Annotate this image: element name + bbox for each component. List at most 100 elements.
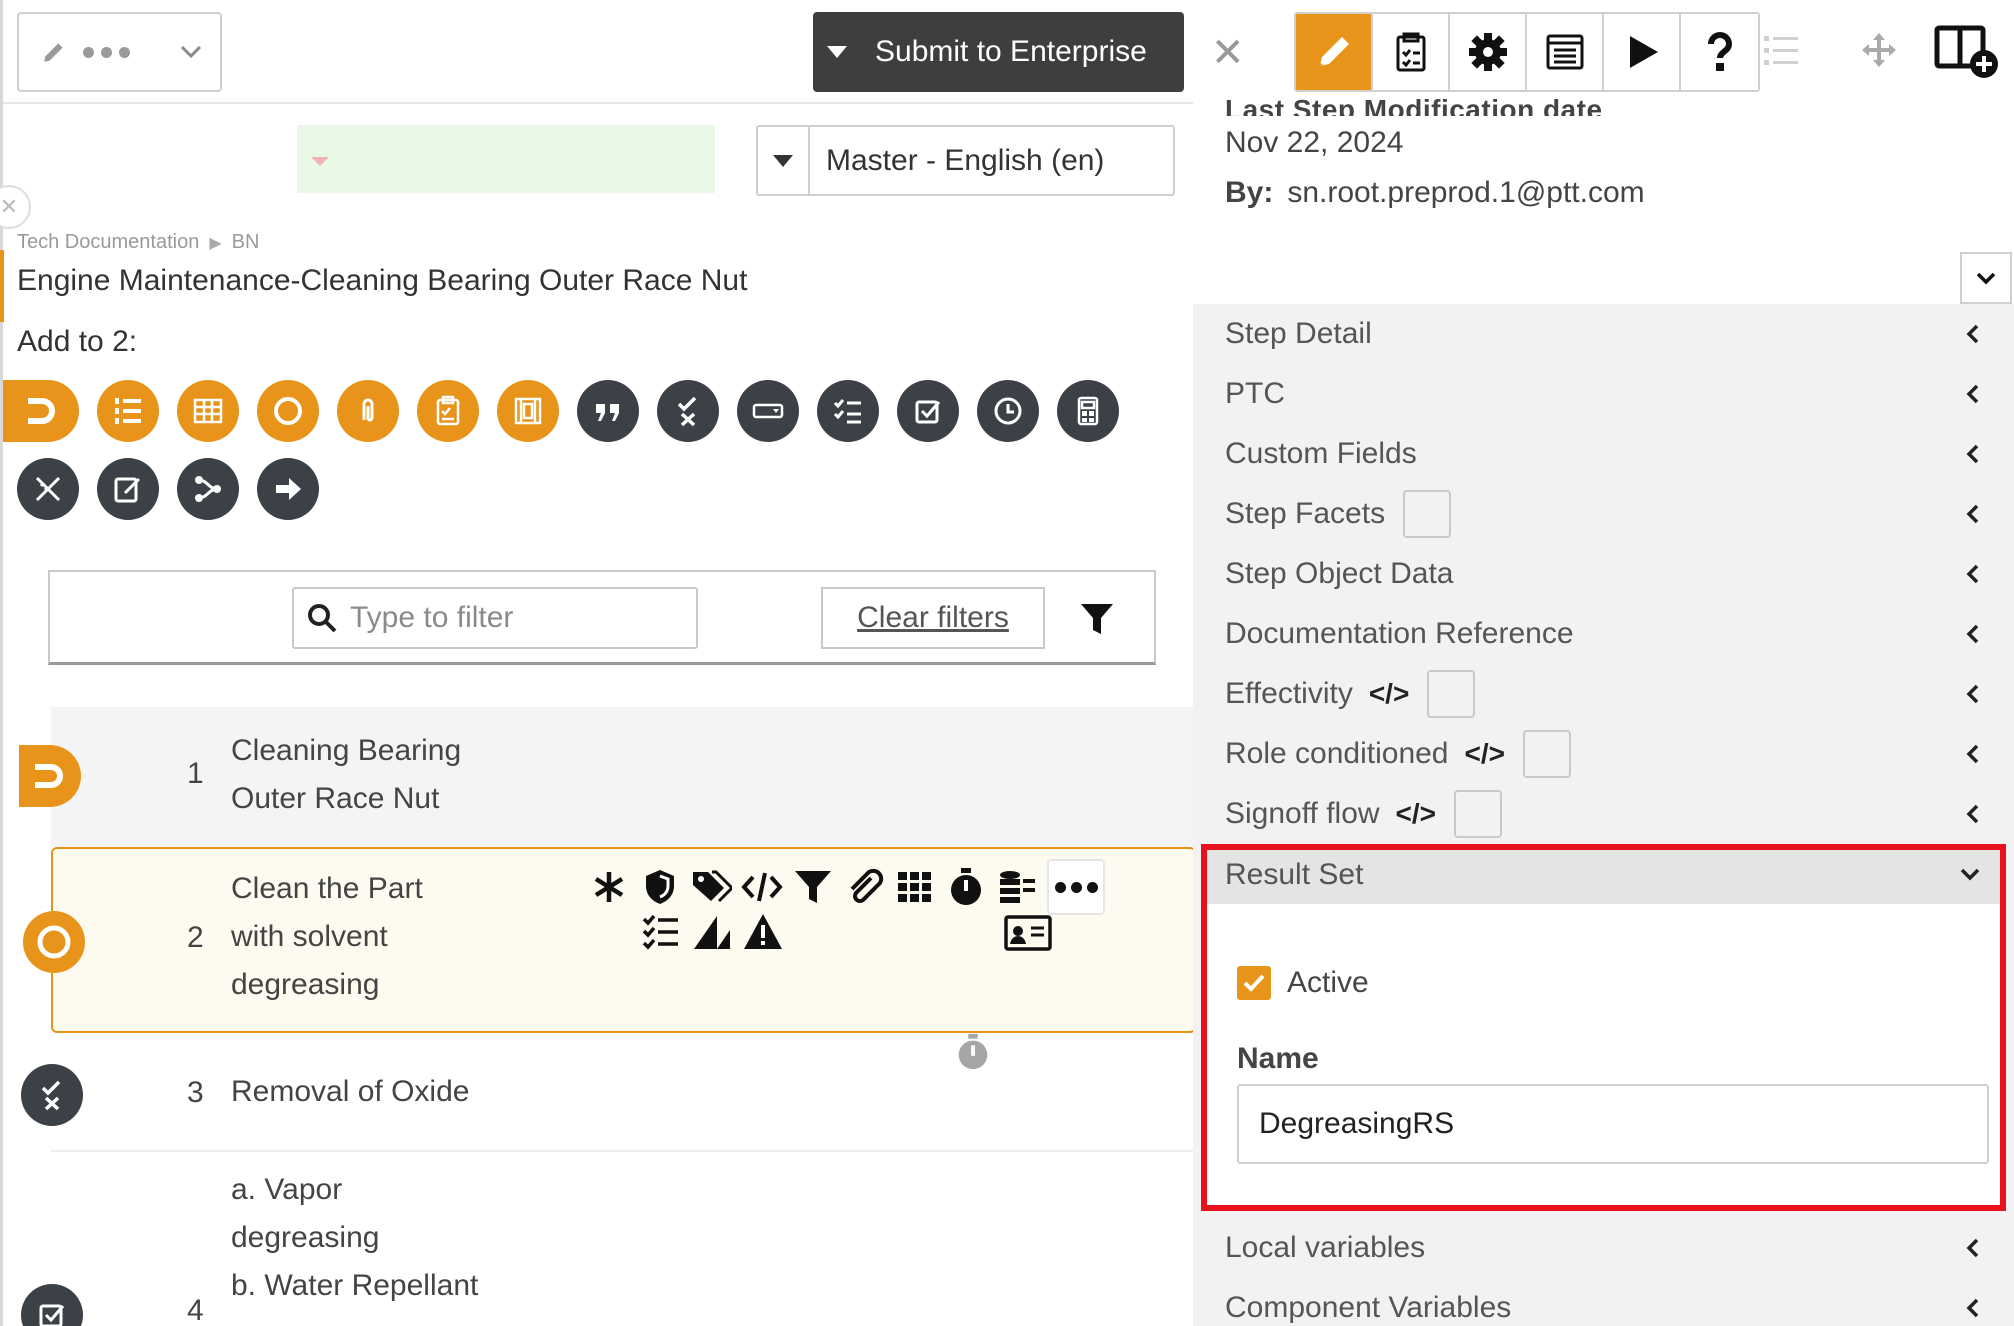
chevron-left-icon — [1966, 744, 1979, 764]
shield-icon[interactable] — [639, 866, 681, 908]
add-toolbar-row-2 — [17, 458, 319, 520]
circle-step-icon[interactable] — [257, 380, 319, 442]
checklist-tab-button[interactable] — [1373, 14, 1450, 90]
tags-icon[interactable] — [690, 866, 732, 908]
help-tab-button[interactable] — [1681, 14, 1758, 90]
section-step-detail[interactable]: Step Detail — [1193, 304, 2014, 364]
section-step-facets[interactable]: Step Facets — [1193, 484, 2014, 544]
input-field-icon[interactable] — [737, 380, 799, 442]
play-icon — [1629, 36, 1658, 68]
checkbox-icon[interactable] — [897, 380, 959, 442]
database-list-icon[interactable] — [996, 866, 1038, 908]
modified-by-label: By: — [1225, 176, 1274, 209]
ruler-pencil-icon[interactable] — [17, 458, 79, 520]
calculator-icon[interactable] — [1057, 380, 1119, 442]
section-checkbox[interactable] — [1454, 790, 1503, 838]
step-row-selected[interactable]: 2 Clean the Part with solvent degreasing — [23, 847, 1196, 1033]
chevron-left-icon — [1966, 564, 1979, 584]
section-signoff-flow[interactable]: Signoff flow </> — [1193, 784, 2014, 844]
edit-mode-dropdown[interactable] — [17, 12, 222, 92]
step-group-icon[interactable] — [3, 380, 79, 442]
add-layout-icon[interactable] — [1934, 22, 2004, 82]
funnel-icon[interactable] — [792, 866, 834, 908]
paperclip-icon[interactable] — [843, 866, 885, 908]
step-row[interactable]: 3 Removal of Oxide — [21, 1033, 1196, 1152]
checklist-icon[interactable] — [817, 380, 879, 442]
clipboard-checklist-icon[interactable] — [417, 380, 479, 442]
breadcrumb-item-current[interactable]: BN — [232, 231, 260, 254]
collapse-button[interactable] — [1960, 252, 2012, 304]
arrow-right-icon[interactable] — [257, 458, 319, 520]
list-icon[interactable] — [1764, 34, 1800, 66]
close-icon[interactable]: ✕ — [0, 185, 31, 229]
step-title: Clean the Part with solvent degreasing — [231, 865, 423, 1009]
section-checkbox[interactable] — [1403, 490, 1452, 538]
filter-bar: Type to filter Clear filters — [48, 570, 1156, 665]
code-icon[interactable] — [741, 866, 783, 908]
section-ptc[interactable]: PTC — [1193, 364, 2014, 424]
chevron-down-icon — [180, 45, 202, 59]
close-icon[interactable]: ✕ — [1211, 30, 1245, 76]
id-card-icon[interactable] — [1004, 913, 1052, 953]
section-component-variables[interactable]: Component Variables — [1193, 1278, 2014, 1326]
section-local-variables[interactable]: Local variables — [1193, 1218, 2014, 1278]
chevron-left-icon — [1966, 1238, 1979, 1258]
film-icon[interactable] — [497, 380, 559, 442]
clock-icon[interactable] — [977, 380, 1039, 442]
edit-form-icon[interactable] — [97, 458, 159, 520]
warning-icon[interactable] — [742, 911, 784, 953]
quote-icon[interactable] — [577, 380, 639, 442]
document-tab-button[interactable] — [1527, 14, 1604, 90]
funnel-icon[interactable] — [1080, 602, 1114, 636]
submit-to-enterprise-button[interactable]: Submit to Enterprise — [813, 12, 1184, 92]
active-label: Active — [1287, 966, 1369, 999]
section-role-conditioned[interactable]: Role conditioned </> — [1193, 724, 2014, 784]
pencil-icon — [1319, 37, 1349, 66]
settings-tab-button[interactable] — [1450, 14, 1527, 90]
asterisk-icon[interactable] — [588, 866, 630, 908]
active-checkbox-row[interactable]: Active — [1237, 966, 1369, 1000]
checklist-icon[interactable] — [640, 911, 682, 953]
step-row[interactable]: 1 Cleaning Bearing Outer Race Nut — [19, 707, 1196, 847]
code-icon: </> — [1464, 738, 1505, 769]
breadcrumb-item-root[interactable]: Tech Documentation — [17, 231, 199, 254]
result-set-name-input[interactable] — [1237, 1084, 1989, 1164]
section-label: Component Variables — [1225, 1291, 1512, 1324]
modified-by: By: sn.root.preprod.1@ptt.com — [1225, 176, 1645, 210]
section-custom-fields[interactable]: Custom Fields — [1193, 424, 2014, 484]
filter-input[interactable]: Type to filter — [292, 587, 698, 649]
edit-tab-button[interactable] — [1296, 14, 1373, 90]
section-documentation-reference[interactable]: Documentation Reference — [1193, 604, 2014, 664]
table-icon[interactable] — [177, 380, 239, 442]
more-actions-button[interactable] — [1047, 859, 1105, 915]
section-effectivity[interactable]: Effectivity </> — [1193, 664, 2014, 724]
slope-icon[interactable] — [691, 911, 733, 953]
section-step-object-data[interactable]: Step Object Data — [1193, 544, 2014, 604]
chevron-down-icon — [1960, 868, 1980, 881]
clipboard-checklist-icon — [1396, 32, 1425, 72]
section-checkbox[interactable] — [1522, 730, 1571, 778]
active-checkbox[interactable] — [1237, 966, 1271, 1000]
share-icon[interactable] — [177, 458, 239, 520]
add-to-label: Add to 2: — [17, 325, 138, 358]
section-label: PTC — [1225, 377, 1285, 410]
section-result-set[interactable]: Result Set — [1205, 846, 2002, 904]
stopwatch-icon[interactable] — [945, 866, 987, 908]
section-label: Step Object Data — [1225, 557, 1454, 590]
modification-date: Nov 22, 2024 — [1225, 126, 1404, 159]
numbered-list-icon[interactable] — [97, 380, 159, 442]
language-dropdown-toggle[interactable] — [758, 127, 810, 194]
clear-filters-button[interactable]: Clear filters — [821, 587, 1045, 649]
result-set-form: Active Name — [1205, 904, 2002, 1208]
play-tab-button[interactable] — [1604, 14, 1681, 90]
chevron-left-icon — [1966, 624, 1979, 644]
attachment-icon[interactable] — [337, 380, 399, 442]
section-label: Role conditioned — [1225, 737, 1449, 770]
move-icon[interactable] — [1861, 32, 1897, 68]
check-x-icon[interactable] — [657, 380, 719, 442]
grid-icon[interactable] — [894, 866, 936, 908]
section-checkbox[interactable] — [1427, 670, 1476, 718]
language-select[interactable]: Master - English (en) — [756, 125, 1175, 196]
page-title: Engine Maintenance-Cleaning Bearing Oute… — [17, 264, 748, 297]
step-row[interactable]: 4 a. Vapor degreasing b. Water Repellant — [21, 1152, 1196, 1326]
